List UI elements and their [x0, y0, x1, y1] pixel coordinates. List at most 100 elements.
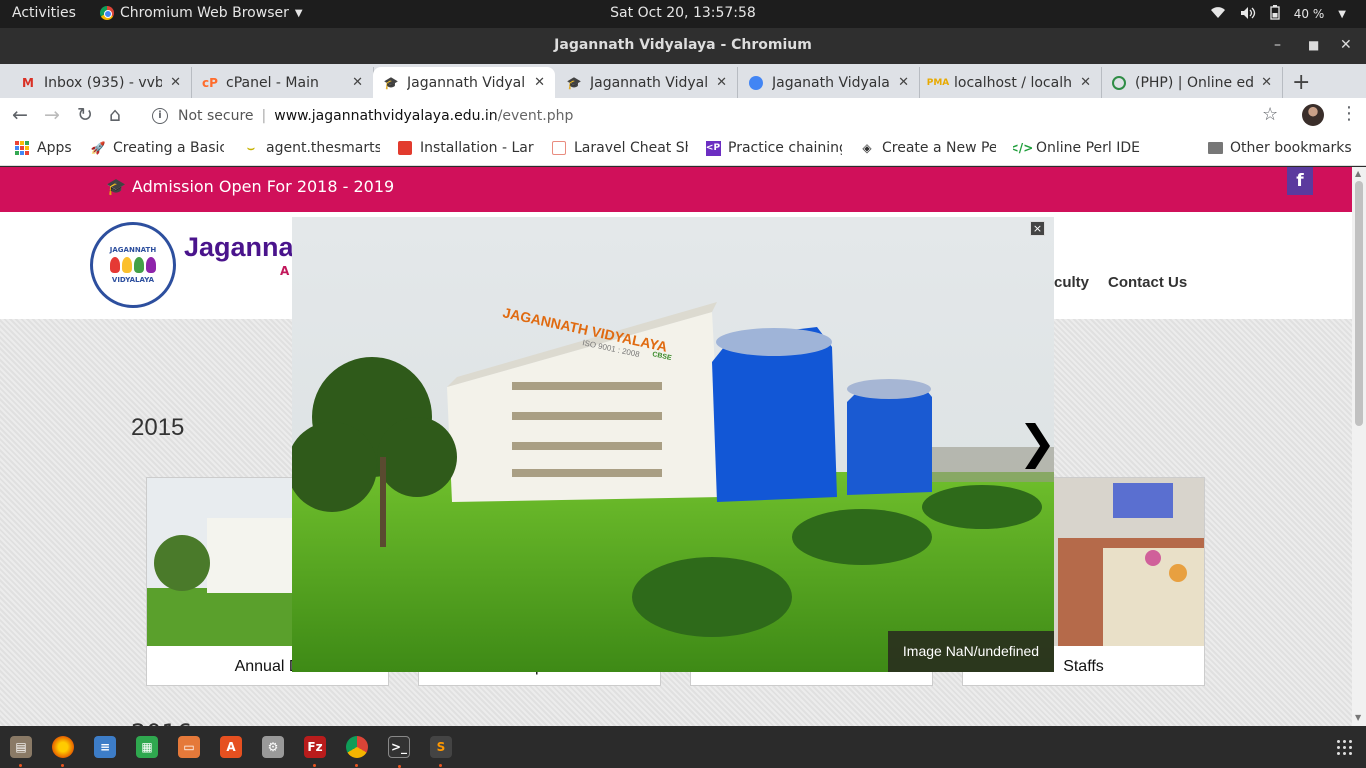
rocket-icon: 🚀 [90, 141, 106, 155]
scroll-thumb[interactable] [1355, 181, 1363, 426]
tab-label: (PHP) | Online ed [1135, 74, 1254, 91]
filezilla-icon[interactable]: Fz [304, 736, 326, 767]
tab-label: Jaganath Vidyala [772, 74, 890, 91]
gmail-icon: M [22, 75, 34, 90]
close-icon[interactable]: ✕ [352, 75, 363, 90]
close-icon[interactable]: ✕ [534, 75, 545, 90]
tab-label: cPanel - Main [226, 74, 319, 91]
system-tray[interactable]: 40 % ▼ [1210, 5, 1346, 23]
nav-contact[interactable]: Contact Us [1108, 274, 1187, 291]
tab-drive[interactable]: Jaganath Vidyala ✕ [738, 67, 920, 98]
bookmark-agent[interactable]: ⌣ agent.thesmarts [243, 140, 380, 156]
back-arrow-icon[interactable]: ← [12, 104, 28, 126]
nav-faculty[interactable]: culty [1054, 274, 1089, 291]
admission-notice[interactable]: 🎓 Admission Open For 2018 - 2019 [106, 177, 394, 196]
software-center-icon[interactable]: A [220, 736, 242, 758]
bookmarks-bar: Apps 🚀 Creating a Basic ⌣ agent.thesmart… [0, 134, 1366, 166]
apps-grid-icon [14, 140, 30, 156]
bookmark-other[interactable]: Other bookmarks [1207, 140, 1352, 156]
calc-icon[interactable]: ▦ [136, 736, 158, 758]
battery-icon [1270, 5, 1280, 23]
phpmyadmin-icon: PMA [926, 77, 950, 88]
menu-kebab-icon[interactable]: ⋮ [1340, 103, 1358, 124]
chromium-icon[interactable] [346, 736, 368, 767]
mortarboard-icon: 🎓 [106, 177, 126, 196]
writer-icon[interactable]: ≡ [94, 736, 116, 758]
window-title-bar: Jagannath Vidyalaya - Chromium – ■ ✕ [0, 28, 1366, 64]
activities-button[interactable]: Activities [12, 5, 76, 21]
tab-cpanel[interactable]: cP cPanel - Main ✕ [192, 67, 374, 98]
home-icon[interactable]: ⌂ [109, 104, 121, 126]
bookmark-label: Online Perl IDE [1036, 140, 1141, 156]
mortarboard-icon: 🎓 [566, 75, 582, 90]
profile-avatar[interactable] [1302, 104, 1324, 126]
forward-arrow-icon[interactable]: → [44, 104, 60, 126]
code-brackets-icon: </> [1013, 141, 1034, 155]
bookmark-apps[interactable]: Apps [14, 140, 72, 156]
info-icon[interactable]: i [152, 108, 168, 124]
scroll-down-icon[interactable]: ▼ [1355, 713, 1361, 722]
tab-jagannath-2[interactable]: 🎓 Jagannath Vidyal ✕ [556, 67, 738, 98]
browser-toolbar: ← → ↻ ⌂ i Not secure | www.jagannathvidy… [0, 98, 1366, 134]
reload-icon[interactable]: ↻ [77, 104, 93, 126]
school-logo[interactable]: JAGANNATH VIDYALAYA [90, 222, 176, 308]
app-menu[interactable]: Chromium Web Browser ▼ [100, 5, 303, 21]
address-bar[interactable]: i Not secure | www.jagannathvidyalaya.ed… [140, 101, 1290, 131]
tab-label: localhost / localh [954, 74, 1072, 91]
tab-gmail[interactable]: M Inbox (935) - vvba ✕ [10, 67, 192, 98]
smile-icon: ⌣ [247, 140, 255, 155]
tab-geeks[interactable]: (PHP) | Online ed ✕ [1101, 67, 1283, 98]
taskbar-dock: ▤ ≡ ▦ ▭ A ⚙ Fz >_ S [0, 726, 1366, 768]
close-icon[interactable]: ✕ [1080, 75, 1091, 90]
campus-photo: JAGANNATH VIDYALAYA ISO 9001 : 2008 CBSE [292, 217, 1054, 672]
lightbox-next-button[interactable]: ❯ [1018, 415, 1057, 469]
impress-icon[interactable]: ▭ [178, 736, 200, 758]
admission-text: Admission Open For 2018 - 2019 [131, 177, 395, 196]
chevron-down-icon: ▼ [1338, 8, 1346, 20]
lightbox-image[interactable]: JAGANNATH VIDYALAYA ISO 9001 : 2008 CBSE [292, 217, 1054, 672]
facebook-icon[interactable]: f [1287, 167, 1313, 195]
tab-jagannath-active[interactable]: 🎓 Jagannath Vidyal ✕ [373, 67, 555, 98]
close-icon[interactable]: ✕ [716, 75, 727, 90]
bookmark-installation[interactable]: Installation - Lar [397, 140, 534, 156]
bookmark-laravel-cheat[interactable]: Laravel Cheat Sh [551, 140, 688, 156]
maximize-icon[interactable]: ■ [1308, 28, 1319, 62]
page-scrollbar[interactable]: ▲ ▼ [1352, 167, 1366, 726]
bookmark-star-icon[interactable]: ☆ [1262, 104, 1278, 125]
bookmark-label: Other bookmarks [1230, 140, 1352, 156]
firefox-icon[interactable] [52, 736, 74, 767]
url-domain: www.jagannathvidyalaya.edu.in [274, 108, 498, 124]
bookmark-practice[interactable]: <P Practice chaining [705, 140, 842, 156]
folder-icon [1207, 140, 1223, 156]
brand-name[interactable]: Jaganna [184, 232, 294, 263]
minimize-icon[interactable]: – [1274, 28, 1281, 62]
scroll-up-icon[interactable]: ▲ [1355, 169, 1361, 178]
files-icon[interactable]: ▤ [10, 736, 32, 767]
mortarboard-icon: 🎓 [383, 75, 399, 90]
terminal-icon[interactable]: >_ [388, 736, 410, 768]
tab-phpmyadmin[interactable]: PMA localhost / localh ✕ [920, 67, 1102, 98]
laravel-outline-icon [551, 140, 567, 156]
year-heading-next: 2016 [131, 719, 192, 726]
lightbox-close-button[interactable]: × [1030, 221, 1045, 236]
sublime-text-icon[interactable]: S [430, 736, 452, 767]
wifi-icon [1210, 6, 1226, 22]
tab-label: Jagannath Vidyal [407, 74, 526, 91]
system-top-bar: Activities Chromium Web Browser ▼ Sat Oc… [0, 0, 1366, 28]
show-apps-icon[interactable] [1337, 740, 1353, 756]
close-icon[interactable]: ✕ [898, 75, 909, 90]
promo-bar: 🎓 Admission Open For 2018 - 2019 f [0, 167, 1352, 212]
bookmark-label: Practice chaining [728, 140, 842, 156]
bookmark-perl-ide[interactable]: </> Online Perl IDE [1013, 140, 1140, 156]
close-window-icon[interactable]: ✕ [1340, 28, 1352, 62]
new-tab-button[interactable]: + [1292, 70, 1310, 95]
volume-icon [1240, 6, 1256, 23]
bookmark-label: Create a New Per [882, 140, 996, 156]
code-square-icon: <P [705, 140, 721, 156]
close-icon[interactable]: ✕ [1261, 75, 1272, 90]
settings-gear-icon[interactable]: ⚙ [262, 736, 284, 758]
bookmark-creating-basic[interactable]: 🚀 Creating a Basic [90, 140, 224, 156]
geeks-icon [1111, 75, 1127, 91]
bookmark-codepen[interactable]: ◈ Create a New Per [859, 140, 996, 156]
close-icon[interactable]: ✕ [170, 75, 181, 90]
